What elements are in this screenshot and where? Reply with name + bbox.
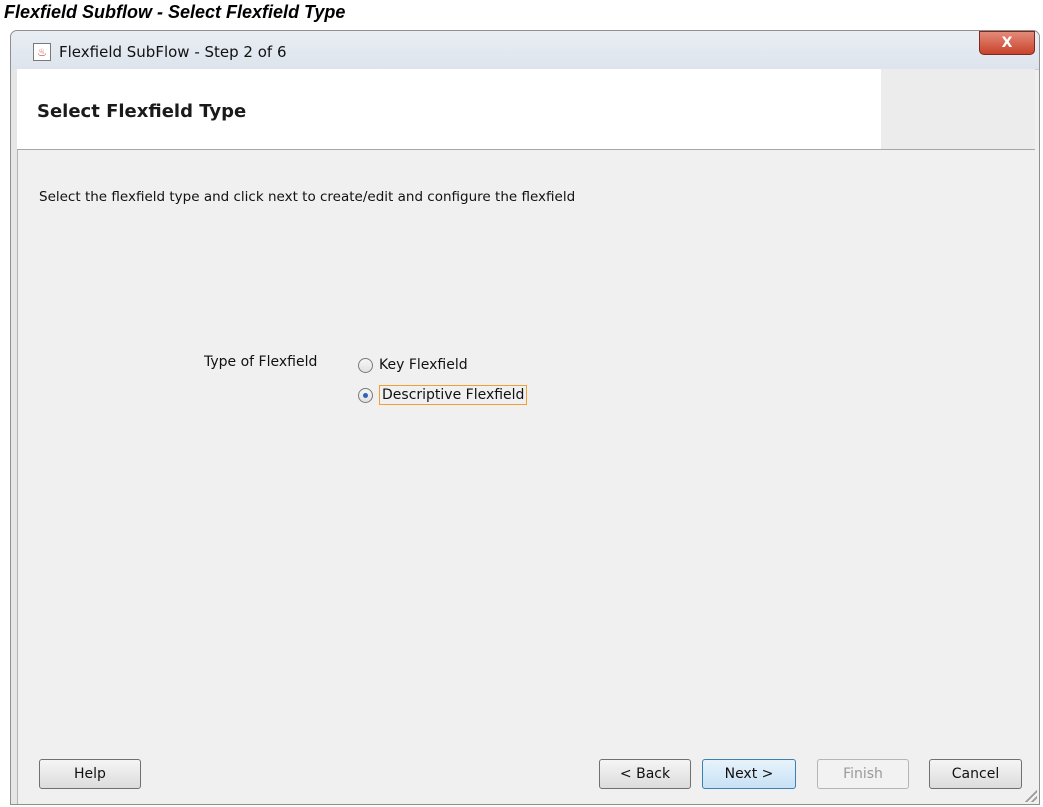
step-title: Select Flexfield Type [37,101,247,122]
radio-key-flexfield[interactable]: Key Flexfield [358,357,468,373]
cancel-button[interactable]: Cancel [929,759,1022,789]
radio-descriptive-flexfield[interactable]: Descriptive Flexfield [358,385,528,405]
window-title: Flexfield SubFlow - Step 2 of 6 [59,43,287,61]
radio-label: Key Flexfield [379,357,468,373]
wizard-dialog: ♨ Flexfield SubFlow - Step 2 of 6 X Sele… [10,30,1040,805]
radio-button-selected[interactable] [358,387,373,403]
left-border [11,69,18,804]
header-side-panel [881,69,1035,149]
radio-button[interactable] [358,357,373,373]
step-header: Select Flexfield Type [17,69,1035,150]
next-button[interactable]: Next > [702,759,796,789]
resize-grip[interactable] [1025,790,1037,802]
help-button[interactable]: Help [39,759,141,789]
title-bar[interactable]: ♨ Flexfield SubFlow - Step 2 of 6 X [11,31,1039,70]
java-app-icon: ♨ [33,43,51,61]
radio-label: Descriptive Flexfield [379,385,528,405]
close-button[interactable]: X [979,31,1035,55]
flexfield-type-label: Type of Flexfield [204,354,318,370]
page-caption: Flexfield Subflow - Select Flexfield Typ… [4,2,346,22]
finish-button[interactable]: Finish [817,759,909,789]
back-button[interactable]: < Back [599,759,691,789]
instruction-text: Select the flexfield type and click next… [39,189,576,205]
